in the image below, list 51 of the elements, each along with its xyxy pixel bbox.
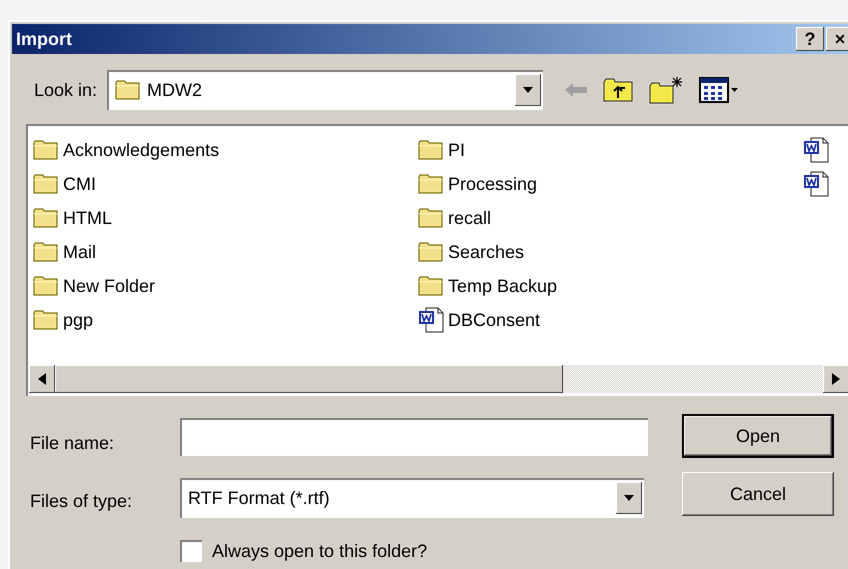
file-item[interactable]: Processing [418, 167, 803, 201]
file-item[interactable]: New Folder [33, 269, 418, 303]
window-title: Import [16, 28, 72, 50]
look-in-label: Look in: [34, 80, 98, 100]
file-name-field[interactable] [180, 418, 648, 456]
file-item[interactable]: DBConsent [418, 303, 803, 337]
open-button[interactable]: Open [682, 414, 834, 458]
caret-icon [624, 495, 634, 501]
file-type-dropdown[interactable]: RTF Format (*.rtf) [180, 478, 644, 518]
cancel-button[interactable]: Cancel [682, 472, 834, 516]
checkbox-label: Always open to this folder? [212, 540, 428, 562]
look-in-dropdown[interactable]: MDW2 [107, 70, 544, 110]
right-arrow-icon [832, 373, 840, 385]
folder-icon [33, 207, 59, 229]
folder-icon [33, 275, 59, 297]
help-button[interactable]: ? [796, 27, 824, 51]
file-item[interactable]: recall [418, 201, 803, 235]
file-name-label: File name: [30, 432, 116, 455]
file-item[interactable]: Temp Backup [418, 269, 803, 303]
folder-icon [418, 275, 444, 297]
folder-icon [418, 139, 444, 161]
word-document-icon [803, 171, 829, 197]
scroll-right-button[interactable] [823, 365, 848, 393]
folder-icon [33, 309, 59, 331]
folder-icon [33, 139, 59, 161]
scroll-left-button[interactable] [29, 365, 55, 393]
file-item[interactable]: CMI [33, 167, 418, 201]
file-type-label: Files of type: [30, 490, 134, 513]
file-item[interactable]: HTML [33, 201, 418, 235]
folder-icon [33, 241, 59, 263]
file-item[interactable]: Mail [33, 235, 418, 269]
file-item[interactable]: Acknowledgements [33, 133, 418, 167]
file-item[interactable]: PI [418, 133, 803, 167]
new-folder-icon[interactable] [649, 76, 684, 104]
word-document-icon [418, 307, 444, 333]
view-menu-icon[interactable] [699, 77, 740, 103]
horizontal-scrollbar[interactable] [29, 365, 848, 393]
folder-icon [33, 173, 59, 195]
folder-icon [418, 207, 444, 229]
up-folder-icon[interactable] [603, 78, 634, 102]
folder-icon [418, 173, 444, 195]
word-document-icon [803, 137, 829, 163]
scroll-thumb[interactable] [55, 365, 563, 393]
left-arrow-icon [38, 373, 46, 385]
close-button[interactable]: × [826, 27, 848, 51]
file-item[interactable]: pgp [33, 303, 418, 337]
folder-icon [418, 241, 444, 263]
open-folder-icon [115, 79, 142, 101]
file-item[interactable]: Searches [418, 235, 803, 269]
caret-icon [523, 87, 534, 93]
checkbox[interactable] [180, 540, 202, 562]
